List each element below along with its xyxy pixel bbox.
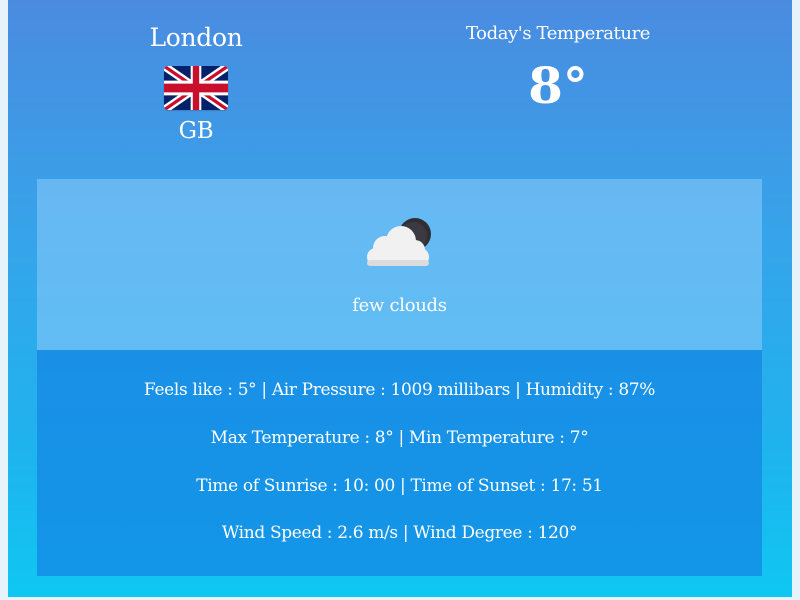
few-clouds-night-icon (367, 218, 431, 266)
location-block: London GB (116, 20, 276, 148)
separator: | (393, 428, 409, 448)
condition-panel: few clouds (37, 179, 762, 350)
feels-like-text: Feels like : 5° (143, 380, 257, 400)
details-line-1: Feels like : 5° | Air Pressure : 1009 mi… (37, 377, 762, 403)
details-line-4: Wind Speed : 2.6 m/s | Wind Degree : 120… (37, 520, 762, 546)
temperature-block: Today's Temperature 8° (438, 20, 678, 118)
sunset-text: Time of Sunset : 17: 51 (410, 476, 603, 496)
separator: | (256, 380, 272, 400)
air-pressure-text: Air Pressure : 1009 millibars (271, 380, 511, 400)
temperature-label: Today's Temperature (465, 23, 651, 44)
separator: | (397, 523, 414, 543)
weather-app: London GB Today's Temperature 8° few clo… (8, 0, 792, 597)
separator: | (510, 380, 526, 400)
wind-degree-text: Wind Degree : 120° (413, 523, 578, 543)
condition-description: few clouds (352, 295, 447, 316)
temperature-value: 8° (528, 56, 588, 115)
details-panel: Feels like : 5° | Air Pressure : 1009 mi… (37, 350, 762, 576)
country-code: GB (178, 118, 214, 144)
humidity-text: Humidity : 87% (525, 380, 656, 400)
sunrise-text: Time of Sunrise : 10: 00 (196, 476, 395, 496)
max-temperature-text: Max Temperature : 8° (210, 428, 394, 448)
separator: | (394, 476, 411, 496)
uk-flag-icon (164, 66, 228, 110)
details-line-3: Time of Sunrise : 10: 00 | Time of Sunse… (37, 473, 762, 499)
weather-header: London GB Today's Temperature 8° (8, 0, 792, 178)
details-line-2: Max Temperature : 8° | Min Temperature :… (37, 425, 762, 451)
city-name: London (149, 23, 243, 52)
wind-speed-text: Wind Speed : 2.6 m/s (221, 523, 398, 543)
min-temperature-text: Min Temperature : 7° (408, 428, 589, 448)
